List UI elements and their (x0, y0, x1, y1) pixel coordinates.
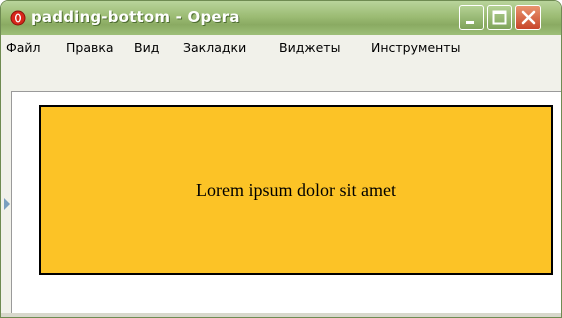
minimize-icon (466, 21, 474, 24)
maximize-button[interactable] (487, 5, 512, 30)
menu-bar: Файл Правка Вид Закладки Виджеты Инструм… (1, 35, 561, 62)
opera-icon[interactable] (10, 10, 26, 26)
padded-box: Lorem ipsum dolor sit amet (39, 105, 553, 275)
menu-file[interactable]: Файл (6, 40, 41, 55)
minimize-button[interactable] (459, 5, 484, 30)
panel-toggle-icon[interactable] (4, 197, 10, 210)
title-bar[interactable]: padding-bottom - Opera (1, 1, 561, 35)
menu-bookmarks[interactable]: Закладки (183, 40, 246, 55)
close-button[interactable] (515, 5, 541, 30)
menu-view[interactable]: Вид (134, 40, 159, 55)
menu-edit[interactable]: Правка (66, 40, 114, 55)
browser-window: padding-bottom - Opera Файл Правка Вид З… (0, 0, 562, 318)
window-bottom-edge (1, 313, 561, 317)
menu-widgets[interactable]: Виджеты (279, 40, 340, 55)
menu-tools[interactable]: Инструменты (371, 40, 460, 55)
close-icon (521, 10, 536, 25)
maximize-icon (492, 10, 507, 25)
window-title: padding-bottom - Opera (31, 8, 240, 26)
box-text: Lorem ipsum dolor sit amet (196, 180, 396, 200)
